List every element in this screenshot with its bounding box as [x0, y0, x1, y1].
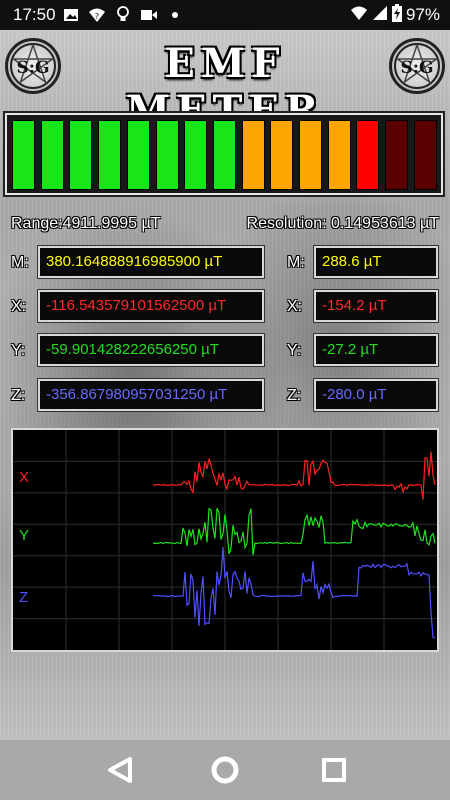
video-icon	[138, 4, 160, 26]
svg-text:?: ?	[94, 12, 98, 21]
recents-icon	[322, 758, 346, 782]
status-bar: 17:50 ? 97%	[0, 0, 450, 30]
y-value: -59.901428222656250 µT	[46, 341, 219, 358]
m-value: 380.164888916985900 µT	[46, 253, 223, 270]
z-value-box: -356.867980957031250 µT	[37, 378, 265, 412]
m-rounded-box: 288.6 µT	[313, 245, 439, 279]
wifi-question-icon: ?	[86, 4, 108, 26]
meter-segment	[385, 120, 409, 190]
m-label-right: M:	[287, 254, 305, 271]
resolution-info: Resolution: 0.14953613 µT	[247, 215, 439, 233]
y-value-box: -59.901428222656250 µT	[37, 333, 265, 367]
back-button[interactable]	[104, 754, 136, 786]
range-value: 4911.9995 µT	[62, 215, 161, 232]
meter-segment	[299, 120, 322, 190]
back-icon	[108, 757, 132, 783]
y-label-left: Y:	[11, 342, 26, 359]
logo-right: S:G	[389, 38, 445, 94]
m-rounded: 288.6 µT	[322, 253, 382, 270]
logo-left: S:G	[5, 38, 61, 94]
logo-text: S:G	[400, 58, 434, 78]
logo-text: S:G	[16, 58, 50, 78]
home-icon	[211, 756, 239, 784]
x-rounded: -154.2 µT	[322, 297, 387, 314]
wifi-icon	[350, 5, 368, 25]
resolution-value: 0.14953613 µT	[331, 215, 439, 232]
level-meter	[3, 111, 445, 197]
field-graph: X Y Z	[11, 428, 439, 652]
axis-label-z: Z	[19, 589, 28, 606]
status-time: 17:50	[13, 5, 56, 24]
axis-label-x: X	[19, 469, 29, 486]
trace-z	[152, 547, 436, 639]
trace-y	[152, 507, 436, 556]
image-icon	[60, 4, 82, 26]
z-label-right: Z:	[287, 387, 302, 404]
z-label-left: Z:	[11, 387, 26, 404]
z-rounded: -280.0 µT	[322, 386, 387, 403]
x-value: -116.543579101562500 µT	[46, 297, 227, 314]
meter-segment	[126, 120, 150, 190]
app-content: S:G EMF METER S:G Range:4911.9995 µT Res…	[0, 30, 450, 740]
meter-segment	[241, 120, 265, 190]
battery-percent: 97%	[405, 5, 440, 24]
meter-segment	[12, 120, 35, 190]
meter-segment	[212, 120, 236, 190]
x-label-left: X:	[11, 298, 27, 315]
meter-segment	[184, 120, 208, 190]
navigation-bar	[0, 740, 450, 800]
axis-label-y: Y	[19, 527, 29, 544]
x-rounded-box: -154.2 µT	[313, 289, 439, 323]
meter-segment	[327, 120, 351, 190]
range-label: Range:	[11, 215, 63, 232]
y-label-right: Y:	[287, 342, 302, 359]
resolution-label: Resolution:	[246, 215, 327, 232]
y-rounded: -27.2 µT	[322, 341, 379, 358]
m-label-left: M:	[11, 254, 29, 271]
x-value-box: -116.543579101562500 µT	[37, 289, 265, 323]
x-label-right: X:	[287, 298, 303, 315]
battery-charging-icon	[391, 4, 402, 26]
meter-segment	[356, 120, 380, 190]
meter-segment	[270, 120, 294, 190]
bulb-icon	[112, 4, 134, 26]
field-graph-canvas: X Y Z	[13, 430, 437, 650]
z-rounded-box: -280.0 µT	[313, 378, 439, 412]
meter-segment	[69, 120, 93, 190]
y-rounded-box: -27.2 µT	[313, 333, 439, 367]
home-button[interactable]	[209, 754, 241, 786]
range-info: Range:4911.9995 µT	[11, 215, 160, 233]
recents-button[interactable]	[318, 754, 350, 786]
z-value: -356.867980957031250 µT	[46, 386, 228, 403]
meter-segment	[40, 120, 64, 190]
dot-icon	[164, 4, 186, 26]
m-value-box: 380.164888916985900 µT	[37, 245, 265, 279]
meter-segment	[98, 120, 122, 190]
signal-icon	[372, 5, 388, 25]
meter-segment	[155, 120, 179, 190]
header: S:G EMF METER S:G	[0, 30, 450, 134]
meter-segment	[413, 120, 437, 190]
